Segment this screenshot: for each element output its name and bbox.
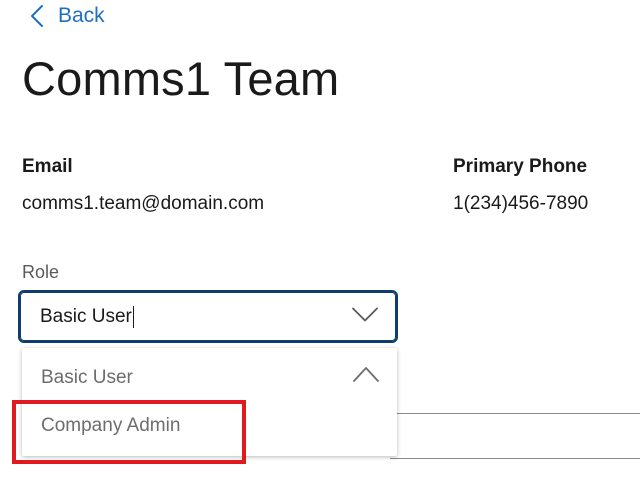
option-label: Basic User [41, 367, 133, 388]
role-option-basic-user[interactable]: Basic User [22, 354, 397, 402]
chevron-left-icon [30, 4, 44, 28]
divider-line [390, 413, 640, 414]
check-icon [353, 367, 379, 389]
role-select[interactable]: Basic User [18, 290, 398, 343]
divider-line [390, 458, 640, 459]
email-value: comms1.team@domain.com [22, 193, 265, 214]
phone-value: 1(234)456-7890 [453, 193, 589, 214]
back-label: Back [58, 4, 105, 27]
text-cursor [132, 305, 134, 328]
page-title: Comms1 Team [22, 52, 340, 105]
chevron-down-icon [352, 307, 378, 326]
role-label: Role [22, 262, 60, 282]
email-label: Email [22, 156, 73, 177]
user-detail-page: Back Comms1 Team Email comms1.team@domai… [0, 0, 640, 496]
back-link[interactable]: Back [30, 2, 105, 30]
role-select-value: Basic User [40, 305, 132, 327]
role-dropdown-menu: Basic User Company Admin [22, 348, 397, 456]
option-label: Company Admin [41, 415, 181, 436]
phone-label: Primary Phone [453, 156, 588, 177]
role-option-company-admin[interactable]: Company Admin [22, 402, 397, 450]
